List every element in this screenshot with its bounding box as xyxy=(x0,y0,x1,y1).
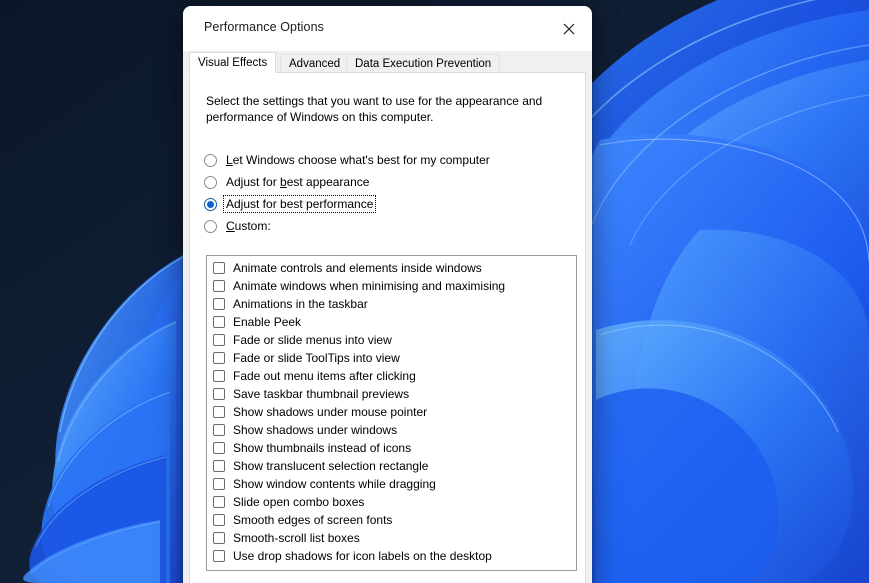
list-item[interactable]: Fade out menu items after clicking xyxy=(207,367,576,385)
visual-effects-panel: Select the settings that you want to use… xyxy=(189,72,586,583)
checkbox-label: Show window contents while dragging xyxy=(233,477,436,491)
checkbox-icon[interactable] xyxy=(213,316,225,328)
checkbox-icon[interactable] xyxy=(213,478,225,490)
radio-let-windows-choose[interactable]: Let Windows choose what's best for my co… xyxy=(204,149,564,171)
close-icon xyxy=(563,23,575,35)
checkbox-icon[interactable] xyxy=(213,334,225,346)
checkbox-icon[interactable] xyxy=(213,370,225,382)
checkbox-label: Slide open combo boxes xyxy=(233,495,365,509)
checkbox-icon[interactable] xyxy=(213,298,225,310)
checkbox-label: Fade out menu items after clicking xyxy=(233,369,416,383)
panel-description: Select the settings that you want to use… xyxy=(206,93,556,125)
checkbox-icon[interactable] xyxy=(213,424,225,436)
list-item[interactable]: Animations in the taskbar xyxy=(207,295,576,313)
radio-adjust-best-performance[interactable]: Adjust for best performance xyxy=(204,193,564,215)
radio-label-rest: et Windows choose what's best for my com… xyxy=(232,153,490,167)
checkbox-icon[interactable] xyxy=(213,352,225,364)
checkbox-icon[interactable] xyxy=(213,496,225,508)
visual-effects-checkbox-list[interactable]: Animate controls and elements inside win… xyxy=(206,255,577,571)
tab-advanced[interactable]: Advanced xyxy=(280,54,350,73)
checkbox-label: Show shadows under mouse pointer xyxy=(233,405,428,419)
list-item[interactable]: Animate windows when minimising and maxi… xyxy=(207,277,576,295)
list-item[interactable]: Show translucent selection rectangle xyxy=(207,457,576,475)
list-item[interactable]: Fade or slide menus into view xyxy=(207,331,576,349)
radio-label: Let Windows choose what's best for my co… xyxy=(224,152,492,168)
list-item[interactable]: Show window contents while dragging xyxy=(207,475,576,493)
radio-adjust-best-appearance[interactable]: Adjust for best appearance xyxy=(204,171,564,193)
list-item[interactable]: Slide open combo boxes xyxy=(207,493,576,511)
checkbox-icon[interactable] xyxy=(213,532,225,544)
list-item[interactable]: Show shadows under mouse pointer xyxy=(207,403,576,421)
accel-key: C xyxy=(226,219,235,233)
checkbox-label: Use drop shadows for icon labels on the … xyxy=(233,549,492,563)
checkbox-label: Save taskbar thumbnail previews xyxy=(233,387,410,401)
performance-options-dialog: Performance Options Visual Effects Advan… xyxy=(183,6,592,583)
list-item[interactable]: Smooth-scroll list boxes xyxy=(207,529,576,547)
checkbox-icon[interactable] xyxy=(213,514,225,526)
radio-mark-icon xyxy=(204,153,217,167)
dialog-title: Performance Options xyxy=(204,20,325,34)
checkbox-icon[interactable] xyxy=(213,262,225,274)
accel-key: L xyxy=(226,153,233,167)
radio-label-rest: ustom: xyxy=(234,219,271,233)
close-button[interactable] xyxy=(546,6,592,51)
checkbox-icon[interactable] xyxy=(213,550,225,562)
radio-mark-icon-selected xyxy=(204,197,217,211)
description-line-2: performance of Windows on this computer. xyxy=(206,110,434,124)
checkbox-label: Animations in the taskbar xyxy=(233,297,368,311)
checkbox-label: Enable Peek xyxy=(233,315,302,329)
tab-visual-effects[interactable]: Visual Effects xyxy=(189,52,277,73)
checkbox-icon[interactable] xyxy=(213,280,225,292)
description-line-1: Select the settings that you want to use… xyxy=(206,94,543,108)
dialog-titlebar[interactable]: Performance Options xyxy=(183,6,592,51)
checkbox-label: Show translucent selection rectangle xyxy=(233,459,429,473)
tab-data-execution-prevention[interactable]: Data Execution Prevention xyxy=(346,54,501,73)
radio-mark-icon xyxy=(204,175,217,189)
accel-key: b xyxy=(280,175,287,189)
radio-label: Custom: xyxy=(224,218,273,234)
checkbox-label: Fade or slide ToolTips into view xyxy=(233,351,400,365)
visual-effects-radio-group: Let Windows choose what's best for my co… xyxy=(204,149,564,237)
checkbox-icon[interactable] xyxy=(213,406,225,418)
list-item[interactable]: Smooth edges of screen fonts xyxy=(207,511,576,529)
list-item[interactable]: Enable Peek xyxy=(207,313,576,331)
checkbox-icon[interactable] xyxy=(213,460,225,472)
checkbox-label: Animate windows when minimising and maxi… xyxy=(233,279,506,293)
checkbox-label: Show thumbnails instead of icons xyxy=(233,441,412,455)
checkbox-label: Show shadows under windows xyxy=(233,423,398,437)
tab-strip: Visual Effects Advanced Data Execution P… xyxy=(183,51,592,73)
checkbox-label: Smooth-scroll list boxes xyxy=(233,531,360,545)
checkbox-label: Smooth edges of screen fonts xyxy=(233,513,393,527)
list-item[interactable]: Fade or slide ToolTips into view xyxy=(207,349,576,367)
list-item[interactable]: Show thumbnails instead of icons xyxy=(207,439,576,457)
list-item[interactable]: Animate controls and elements inside win… xyxy=(207,259,576,277)
checkbox-label: Fade or slide menus into view xyxy=(233,333,392,347)
checkbox-icon[interactable] xyxy=(213,442,225,454)
list-item[interactable]: Save taskbar thumbnail previews xyxy=(207,385,576,403)
list-item[interactable]: Use drop shadows for icon labels on the … xyxy=(207,547,576,565)
radio-label-pre: Adjust for xyxy=(226,175,281,189)
checkbox-label: Animate controls and elements inside win… xyxy=(233,261,482,275)
radio-label: Adjust for best appearance xyxy=(224,174,371,190)
radio-mark-icon xyxy=(204,219,217,233)
desktop: Performance Options Visual Effects Advan… xyxy=(0,0,869,583)
radio-custom[interactable]: Custom: xyxy=(204,215,564,237)
radio-label-rest: est appearance xyxy=(286,175,370,189)
list-item[interactable]: Show shadows under windows xyxy=(207,421,576,439)
checkbox-icon[interactable] xyxy=(213,388,225,400)
radio-label: Adjust for best performance xyxy=(222,195,377,213)
